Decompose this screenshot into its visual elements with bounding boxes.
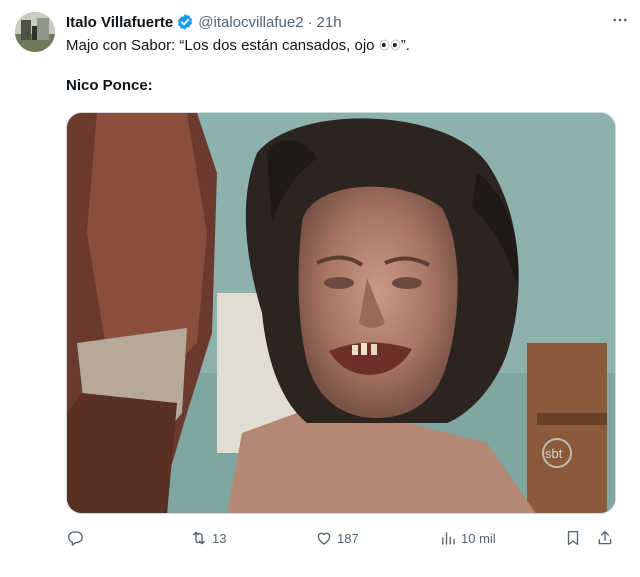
like-icon xyxy=(317,532,331,545)
tweet-text-line1: Majo con Sabor: “Los dos están cansados,… xyxy=(66,36,624,56)
retweet-count: 13 xyxy=(212,530,227,546)
views-button[interactable]: 10 mil xyxy=(439,526,496,550)
verified-badge-icon xyxy=(176,13,194,31)
tweet-text: Majo con Sabor: “Los dos están cansados,… xyxy=(66,36,624,96)
tweet[interactable]: Italo Villafuerte @italocvillafue2 · 21h… xyxy=(0,0,640,577)
author-handle[interactable]: @italocvillafue2 xyxy=(198,14,303,31)
action-bar: 13 187 10 mil xyxy=(66,526,622,550)
bookmark-icon xyxy=(567,530,579,546)
reply-button[interactable] xyxy=(66,526,88,550)
media-picture: sbt xyxy=(67,113,615,513)
tweet-media-image[interactable]: sbt xyxy=(66,112,616,514)
tweet-text-quote: Majo con Sabor: “Los dos están cansados,… xyxy=(66,37,375,54)
retweet-button[interactable]: 13 xyxy=(190,526,226,550)
eyes-emoji-icon xyxy=(379,37,401,51)
avatar[interactable] xyxy=(15,12,55,52)
retweet-icon xyxy=(193,531,205,545)
bookmark-button[interactable] xyxy=(564,526,582,550)
like-button[interactable]: 187 xyxy=(315,526,359,550)
reply-icon xyxy=(68,531,83,546)
separator: · xyxy=(307,13,313,31)
more-icon[interactable] xyxy=(610,10,630,30)
share-button[interactable] xyxy=(596,526,614,550)
tweet-header: Italo Villafuerte @italocvillafue2 · 21h xyxy=(66,12,624,32)
share-icon xyxy=(598,530,612,545)
like-count: 187 xyxy=(337,530,359,546)
author-name[interactable]: Italo Villafuerte xyxy=(66,14,173,31)
tweet-text-quote-end: ”. xyxy=(400,37,410,54)
timestamp[interactable]: 21h xyxy=(317,14,342,31)
views-icon xyxy=(442,532,455,545)
views-count: 10 mil xyxy=(461,530,496,546)
tweet-text-line2: Nico Ponce: xyxy=(66,77,153,94)
media-watermark: sbt xyxy=(545,446,563,461)
